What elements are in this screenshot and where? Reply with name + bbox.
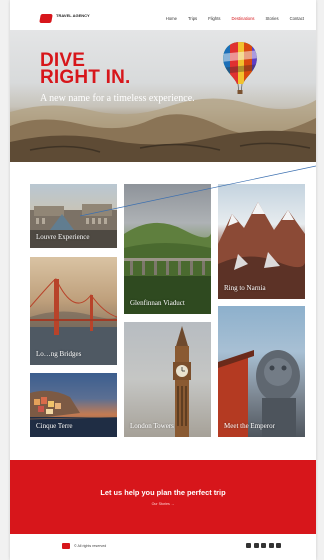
twitter-icon[interactable]	[261, 543, 266, 548]
cta-banner: Let us help you plan the perfect trip Ou…	[10, 460, 316, 534]
nav-item-stories[interactable]: Stories	[266, 16, 279, 21]
nav-item-trips[interactable]: Trips	[188, 16, 197, 21]
hero-subtitle: A new name for a timeless experience.	[40, 93, 195, 104]
destination-label: Meet the Emperor	[224, 422, 275, 430]
destination-label: Lo…ng Bridges	[36, 350, 82, 358]
footer-logo-icon[interactable]	[62, 543, 70, 549]
brand-name[interactable]: TRAVEL AGENCY	[56, 13, 96, 18]
hero-title-line2: RIGHT IN.	[40, 67, 131, 88]
site-header: TRAVEL AGENCY Home Trips Flights Destina…	[10, 10, 316, 30]
nav-item-contact[interactable]: Contact	[290, 16, 304, 21]
page: TRAVEL AGENCY Home Trips Flights Destina…	[10, 0, 316, 560]
instagram-icon[interactable]	[268, 543, 274, 548]
destination-card-ring[interactable]: Ring to Narnia	[218, 184, 305, 299]
big-ben-image	[173, 326, 191, 437]
logo-icon[interactable]	[39, 14, 53, 23]
site-footer: © All rights reserved	[10, 534, 316, 560]
youtube-icon[interactable]	[276, 543, 281, 548]
hero-banner: DIVE RIGHT IN. A new name for a timeless…	[10, 30, 316, 162]
social-links	[246, 543, 281, 548]
lion-statue-image	[218, 350, 300, 437]
hot-air-balloon-icon	[223, 42, 257, 94]
destination-card-glenfinnan[interactable]: Glenfinnan Viaduct	[124, 184, 211, 314]
linkedin-icon[interactable]	[246, 543, 251, 548]
destination-label: London Towers	[130, 422, 174, 430]
destination-label: Louvre Experience	[36, 233, 90, 241]
nav-item-flights[interactable]: Flights	[208, 16, 220, 21]
destination-card-golden-gate[interactable]: Lo…ng Bridges	[30, 257, 117, 365]
destination-label: Glenfinnan Viaduct	[130, 299, 185, 307]
golden-gate-bridge-image	[30, 278, 117, 365]
footer-copyright: © All rights reserved	[74, 544, 107, 548]
cta-stories-link[interactable]: Our Stories →	[10, 502, 316, 506]
nav-item-home[interactable]: Home	[166, 16, 177, 21]
cta-title: Let us help you plan the perfect trip	[100, 488, 226, 497]
mountain-peaks-image	[218, 202, 305, 299]
destination-card-london[interactable]: London Towers	[124, 322, 211, 437]
facebook-icon[interactable]	[253, 543, 259, 548]
destination-label: Cinque Terre	[36, 422, 73, 430]
nav-item-destinations[interactable]: Destinations	[231, 16, 254, 21]
destination-card-cinque-terre[interactable]: Cinque Terre	[30, 373, 117, 437]
destination-label: Ring to Narnia	[224, 284, 266, 292]
main-nav: Home Trips Flights Destinations Stories …	[166, 16, 304, 21]
hero-title: DIVE RIGHT IN.	[40, 51, 131, 88]
glenfinnan-viaduct-image	[124, 222, 211, 314]
destination-card-emperor[interactable]: Meet the Emperor	[218, 306, 305, 437]
destination-card-louvre[interactable]: Louvre Experience	[30, 184, 117, 248]
